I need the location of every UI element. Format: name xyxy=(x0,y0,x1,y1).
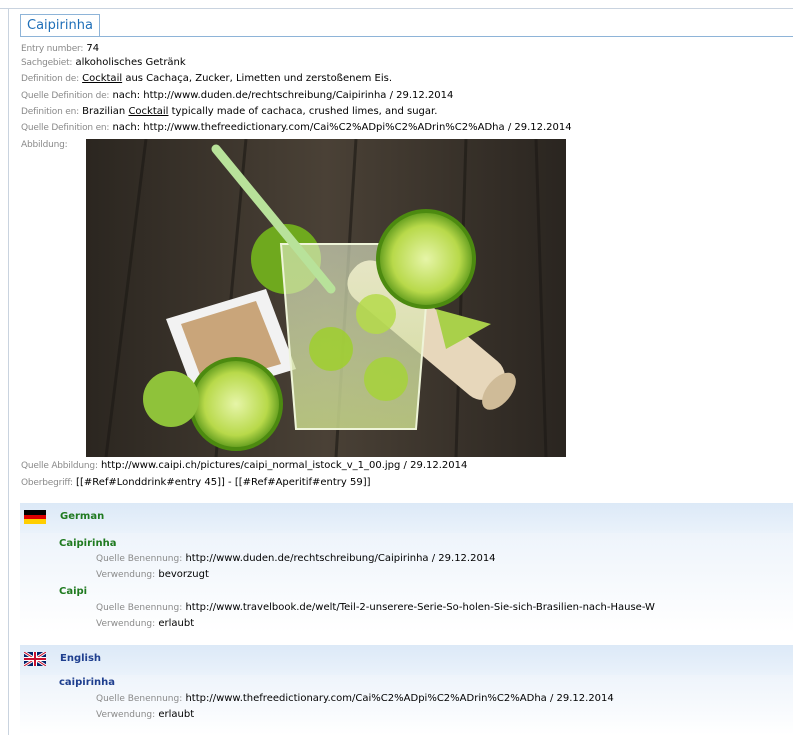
term-source-row: Quelle Benennung: http://www.duden.de/re… xyxy=(96,553,496,564)
source-definition-de-value: nach: http://www.duden.de/rechtschreibun… xyxy=(112,90,454,101)
broader-term-value: [[#Ref#Londdrink#entry 45]] - [[#Ref#Ape… xyxy=(76,477,371,488)
broader-term-label: Oberbegriff: xyxy=(21,478,73,488)
entry-number-row: Entry number: 74 xyxy=(21,43,99,55)
term-source-label: Quelle Benennung: xyxy=(96,603,183,613)
term-source-label: Quelle Benennung: xyxy=(96,694,183,704)
term-caipi-de: Caipi xyxy=(59,586,88,597)
term-usage-value: bevorzugt xyxy=(158,569,209,580)
definition-en-label: Definition en: xyxy=(21,107,79,117)
broader-term-row: Oberbegriff: [[#Ref#Londdrink#entry 45]]… xyxy=(21,477,371,489)
cocktail-link-en[interactable]: Cocktail xyxy=(128,106,168,117)
cocktail-link-de[interactable]: Cocktail xyxy=(82,73,122,84)
tab-caipirinha[interactable]: Caipirinha xyxy=(20,14,100,37)
source-image-row: Quelle Abbildung: http://www.caipi.ch/pi… xyxy=(21,460,467,472)
image-row: Abbildung: xyxy=(21,139,68,151)
definition-de-text: aus Cachaça, Zucker, Limetten und zersto… xyxy=(125,73,393,84)
language-name-german: German xyxy=(60,511,105,522)
term-source-label: Quelle Benennung: xyxy=(96,554,183,564)
entry-number-value: 74 xyxy=(86,43,100,54)
term-source-value: http://www.travelbook.de/welt/Teil-2-uns… xyxy=(185,602,655,613)
tab-underline xyxy=(20,36,793,37)
subject-label: Sachgebiet: xyxy=(21,58,73,68)
image-label: Abbildung: xyxy=(21,140,68,150)
term-usage-row: Verwendung: erlaubt xyxy=(96,618,194,629)
definition-en-row: Definition en: Brazilian Cocktail typica… xyxy=(21,106,437,118)
english-terms xyxy=(20,675,793,735)
window-top-border xyxy=(0,8,793,9)
entry-number-label: Entry number: xyxy=(21,44,84,54)
source-definition-de-row: Quelle Definition de: nach: http://www.d… xyxy=(21,90,453,102)
term-source-row: Quelle Benennung: http://www.travelbook.… xyxy=(96,602,655,613)
term-usage-label: Verwendung: xyxy=(96,710,156,720)
term-source-row: Quelle Benennung: http://www.thefreedict… xyxy=(96,693,614,704)
de-flag-icon xyxy=(24,510,46,524)
source-definition-en-label: Quelle Definition en: xyxy=(21,123,110,133)
term-source-value: http://www.duden.de/rechtschreibung/Caip… xyxy=(185,553,496,564)
language-name-english: English xyxy=(60,653,102,664)
definition-en-pre: Brazilian xyxy=(82,106,126,117)
definition-de-row: Definition de: Cocktail aus Cachaça, Zuc… xyxy=(21,73,392,85)
source-image-label: Quelle Abbildung: xyxy=(21,461,98,471)
term-usage-value: erlaubt xyxy=(158,618,195,629)
definition-en-text: typically made of cachaca, crushed limes… xyxy=(171,106,438,117)
definition-de-label: Definition de: xyxy=(21,74,79,84)
language-header-english: English xyxy=(20,645,793,675)
term-caipirinha-de: Caipirinha xyxy=(59,538,117,549)
term-source-value: http://www.thefreedictionary.com/Cai%C2%… xyxy=(185,693,614,704)
source-definition-en-value: nach: http://www.thefreedictionary.com/C… xyxy=(112,122,572,133)
caipirinha-photo xyxy=(86,139,566,457)
term-caipirinha-en: caipirinha xyxy=(59,677,116,688)
term-usage-label: Verwendung: xyxy=(96,619,156,629)
source-definition-en-row: Quelle Definition en: nach: http://www.t… xyxy=(21,122,572,134)
term-usage-row: Verwendung: erlaubt xyxy=(96,709,194,720)
source-definition-de-label: Quelle Definition de: xyxy=(21,91,110,101)
term-usage-row: Verwendung: bevorzugt xyxy=(96,569,209,580)
window-left-border xyxy=(8,8,9,735)
subject-row: Sachgebiet: alkoholisches Getränk xyxy=(21,57,186,69)
uk-flag-icon xyxy=(24,652,46,666)
subject-value: alkoholisches Getränk xyxy=(75,57,186,68)
language-header-german: German xyxy=(20,503,793,533)
term-usage-value: erlaubt xyxy=(158,709,195,720)
term-usage-label: Verwendung: xyxy=(96,570,156,580)
source-image-value: http://www.caipi.ch/pictures/caipi_norma… xyxy=(100,460,468,471)
